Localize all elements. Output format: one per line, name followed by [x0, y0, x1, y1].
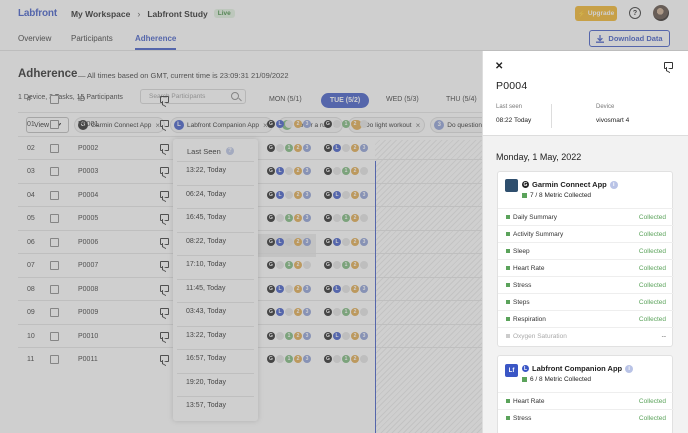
metric-status: Collected [638, 299, 666, 306]
metric-status: Collected [638, 265, 666, 272]
companion-metric-count: 6 / 8 Metric Collected [522, 376, 591, 383]
metric-name: Oxygen Saturation [506, 333, 567, 340]
metric-row: Heart Rate Collected [498, 259, 674, 276]
device-value: vivosmart 4 [596, 117, 630, 124]
info-icon[interactable]: i [609, 180, 618, 189]
garmin-app-card: G Garmin Connect App i 7 / 8 Metric Coll… [497, 171, 674, 347]
metric-name: Respiration [506, 316, 546, 323]
metric-name: Stress [506, 415, 531, 422]
metric-status: Collected [638, 282, 666, 289]
last-seen-value: 08:22 Today [496, 117, 532, 124]
metric-status: Collected [638, 231, 666, 238]
garmin-app-name: G Garmin Connect App i [522, 180, 618, 189]
metric-row: Sleep Collected [498, 242, 674, 259]
metric-status: Collected [638, 316, 666, 323]
metric-row: Respiration Collected [498, 310, 674, 327]
device-label: Device [596, 104, 615, 110]
labfront-icon: L [522, 365, 529, 372]
panel-header: ✕ P0004 Last seen 08:22 Today Device viv… [483, 51, 688, 136]
companion-app-logo: Lf [505, 364, 518, 377]
metric-name: Stress [506, 282, 531, 289]
metric-status: Collected [638, 398, 666, 405]
close-icon[interactable]: ✕ [495, 61, 503, 72]
panel-date: Monday, 1 May, 2022 [496, 152, 582, 162]
metric-status: -- [661, 333, 666, 340]
participant-id: P0004 [496, 80, 528, 92]
last-seen-label: Last seen [496, 104, 523, 110]
companion-app-title: Labfront Companion App [532, 364, 623, 373]
metric-row: Activity Summary Collected [498, 225, 674, 242]
metric-row: Stress Collected [498, 276, 674, 293]
metric-name: Daily Summary [506, 214, 557, 221]
metric-row: Steps Collected [498, 293, 674, 310]
participant-detail-panel: ✕ P0004 Last seen 08:22 Today Device viv… [482, 51, 688, 433]
metric-status: Collected [638, 214, 666, 221]
divider [551, 104, 552, 128]
metric-row: Oxygen Saturation -- [498, 327, 674, 344]
metric-status: Collected [638, 415, 666, 422]
overlay-dim-top [482, 0, 688, 51]
metric-row: Heart Rate Collected [498, 392, 674, 409]
app-root: Labfront My Workspace › Labfront Study L… [0, 0, 688, 433]
metric-name: Activity Summary [506, 231, 563, 238]
companion-app-card: Lf L Labfront Companion App i 6 / 8 Metr… [497, 355, 674, 433]
garmin-app-logo [505, 179, 518, 192]
metric-row: Stress Collected [498, 409, 674, 426]
garmin-app-title: Garmin Connect App [532, 180, 607, 189]
metric-row: Daily Summary Collected [498, 208, 674, 225]
metric-status: Collected [638, 248, 666, 255]
metric-name: Steps [506, 299, 530, 306]
comment-icon[interactable] [664, 62, 673, 69]
info-icon[interactable]: i [625, 364, 634, 373]
overlay-dim[interactable] [0, 0, 482, 433]
metric-name: Heart Rate [506, 398, 544, 405]
garmin-metric-count: 7 / 8 Metric Collected [522, 192, 591, 199]
metric-name: Heart Rate [506, 265, 544, 272]
companion-app-name: L Labfront Companion App i [522, 364, 634, 373]
garmin-icon: G [522, 181, 529, 188]
metric-name: Sleep [506, 248, 530, 255]
